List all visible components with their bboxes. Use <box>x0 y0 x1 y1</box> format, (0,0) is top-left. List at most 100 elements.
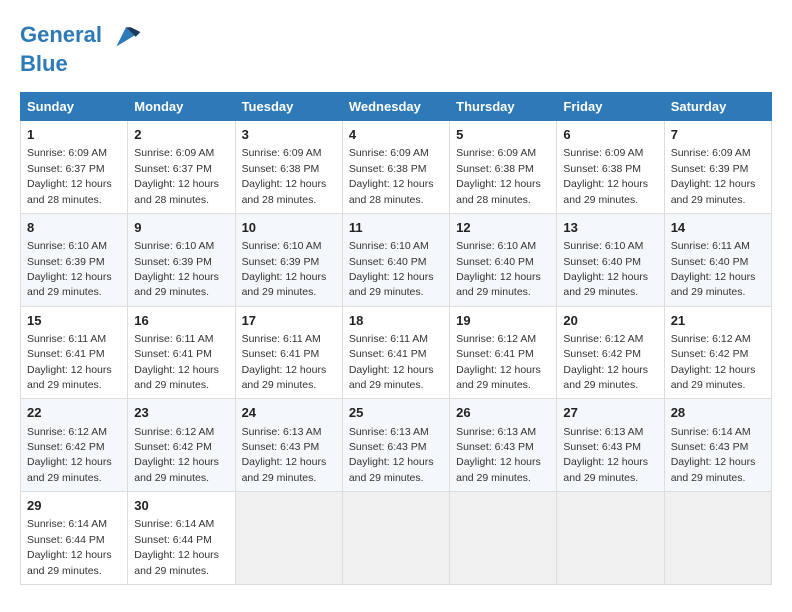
week-row-3: 15 Sunrise: 6:11 AMSunset: 6:41 PMDayligh… <box>21 306 772 399</box>
calendar-cell <box>557 492 664 585</box>
day-number: 13 <box>563 219 657 237</box>
day-number: 5 <box>456 126 550 144</box>
calendar-cell <box>450 492 557 585</box>
day-number: 25 <box>349 404 443 422</box>
calendar-cell: 18 Sunrise: 6:11 AMSunset: 6:41 PMDayligh… <box>342 306 449 399</box>
day-number: 3 <box>242 126 336 144</box>
cell-info: Sunrise: 6:13 AMSunset: 6:43 PMDaylight:… <box>242 426 327 484</box>
header-cell-wednesday: Wednesday <box>342 93 449 121</box>
calendar-cell: 5 Sunrise: 6:09 AMSunset: 6:38 PMDaylight… <box>450 121 557 214</box>
calendar-body: 1 Sunrise: 6:09 AMSunset: 6:37 PMDaylight… <box>21 121 772 585</box>
day-number: 18 <box>349 312 443 330</box>
header-row: SundayMondayTuesdayWednesdayThursdayFrid… <box>21 93 772 121</box>
cell-info: Sunrise: 6:11 AMSunset: 6:41 PMDaylight:… <box>134 333 219 391</box>
cell-info: Sunrise: 6:09 AMSunset: 6:38 PMDaylight:… <box>563 147 648 205</box>
header-cell-saturday: Saturday <box>664 93 771 121</box>
cell-info: Sunrise: 6:09 AMSunset: 6:37 PMDaylight:… <box>134 147 219 205</box>
day-number: 23 <box>134 404 228 422</box>
calendar-cell: 24 Sunrise: 6:13 AMSunset: 6:43 PMDayligh… <box>235 399 342 492</box>
day-number: 14 <box>671 219 765 237</box>
calendar-cell: 8 Sunrise: 6:10 AMSunset: 6:39 PMDaylight… <box>21 213 128 306</box>
day-number: 28 <box>671 404 765 422</box>
cell-info: Sunrise: 6:10 AMSunset: 6:39 PMDaylight:… <box>27 240 112 298</box>
calendar-cell <box>664 492 771 585</box>
header-cell-thursday: Thursday <box>450 93 557 121</box>
calendar-cell: 21Sunrise: 6:12 AMSunset: 6:42 PMDayligh… <box>664 306 771 399</box>
day-number: 17 <box>242 312 336 330</box>
calendar-cell: 20 Sunrise: 6:12 AMSunset: 6:42 PMDayligh… <box>557 306 664 399</box>
cell-info: Sunrise: 6:12 AMSunset: 6:42 PMDaylight:… <box>671 333 756 391</box>
cell-info: Sunrise: 6:12 AMSunset: 6:42 PMDaylight:… <box>563 333 648 391</box>
header-cell-friday: Friday <box>557 93 664 121</box>
day-number: 30 <box>134 497 228 515</box>
cell-info: Sunrise: 6:09 AMSunset: 6:37 PMDaylight:… <box>27 147 112 205</box>
calendar-cell: 2 Sunrise: 6:09 AMSunset: 6:37 PMDaylight… <box>128 121 235 214</box>
logo-blue-text: Blue <box>20 52 142 76</box>
calendar-cell: 23 Sunrise: 6:12 AMSunset: 6:42 PMDayligh… <box>128 399 235 492</box>
calendar-cell: 30 Sunrise: 6:14 AMSunset: 6:44 PMDayligh… <box>128 492 235 585</box>
calendar-cell: 4Sunrise: 6:09 AMSunset: 6:38 PMDaylight… <box>342 121 449 214</box>
calendar-cell: 7 Sunrise: 6:09 AMSunset: 6:39 PMDaylight… <box>664 121 771 214</box>
cell-info: Sunrise: 6:13 AMSunset: 6:43 PMDaylight:… <box>349 426 434 484</box>
day-number: 1 <box>27 126 121 144</box>
calendar-cell: 10 Sunrise: 6:10 AMSunset: 6:39 PMDayligh… <box>235 213 342 306</box>
week-row-5: 29 Sunrise: 6:14 AMSunset: 6:44 PMDayligh… <box>21 492 772 585</box>
calendar-cell: 14 Sunrise: 6:11 AMSunset: 6:40 PMDayligh… <box>664 213 771 306</box>
cell-info: Sunrise: 6:09 AMSunset: 6:39 PMDaylight:… <box>671 147 756 205</box>
day-number: 11 <box>349 219 443 237</box>
calendar-table: SundayMondayTuesdayWednesdayThursdayFrid… <box>20 92 772 585</box>
calendar-cell: 27 Sunrise: 6:13 AMSunset: 6:43 PMDayligh… <box>557 399 664 492</box>
calendar-cell: 26 Sunrise: 6:13 AMSunset: 6:43 PMDayligh… <box>450 399 557 492</box>
calendar-cell: 12 Sunrise: 6:10 AMSunset: 6:40 PMDayligh… <box>450 213 557 306</box>
day-number: 15 <box>27 312 121 330</box>
day-number: 6 <box>563 126 657 144</box>
day-number: 7 <box>671 126 765 144</box>
day-number: 4 <box>349 126 443 144</box>
day-number: 12 <box>456 219 550 237</box>
calendar-cell: 19 Sunrise: 6:12 AMSunset: 6:41 PMDayligh… <box>450 306 557 399</box>
cell-info: Sunrise: 6:10 AMSunset: 6:40 PMDaylight:… <box>456 240 541 298</box>
day-number: 19 <box>456 312 550 330</box>
day-number: 10 <box>242 219 336 237</box>
calendar-cell: 25 Sunrise: 6:13 AMSunset: 6:43 PMDayligh… <box>342 399 449 492</box>
header-cell-monday: Monday <box>128 93 235 121</box>
cell-info: Sunrise: 6:11 AMSunset: 6:41 PMDaylight:… <box>27 333 112 391</box>
cell-info: Sunrise: 6:11 AMSunset: 6:41 PMDaylight:… <box>349 333 434 391</box>
day-number: 2 <box>134 126 228 144</box>
page-header: General Blue <box>20 20 772 76</box>
header-cell-sunday: Sunday <box>21 93 128 121</box>
cell-info: Sunrise: 6:10 AMSunset: 6:39 PMDaylight:… <box>242 240 327 298</box>
calendar-cell: 13 Sunrise: 6:10 AMSunset: 6:40 PMDayligh… <box>557 213 664 306</box>
cell-info: Sunrise: 6:10 AMSunset: 6:40 PMDaylight:… <box>563 240 648 298</box>
cell-info: Sunrise: 6:09 AMSunset: 6:38 PMDaylight:… <box>456 147 541 205</box>
cell-info: Sunrise: 6:12 AMSunset: 6:42 PMDaylight:… <box>27 426 112 484</box>
day-number: 26 <box>456 404 550 422</box>
logo-text: General <box>20 20 142 52</box>
day-number: 22 <box>27 404 121 422</box>
day-number: 9 <box>134 219 228 237</box>
calendar-cell <box>342 492 449 585</box>
logo: General Blue <box>20 20 142 76</box>
cell-info: Sunrise: 6:11 AMSunset: 6:40 PMDaylight:… <box>671 240 756 298</box>
cell-info: Sunrise: 6:12 AMSunset: 6:42 PMDaylight:… <box>134 426 219 484</box>
cell-info: Sunrise: 6:14 AMSunset: 6:44 PMDaylight:… <box>134 518 219 576</box>
calendar-cell: 15 Sunrise: 6:11 AMSunset: 6:41 PMDayligh… <box>21 306 128 399</box>
calendar-cell: 16Sunrise: 6:11 AMSunset: 6:41 PMDayligh… <box>128 306 235 399</box>
header-cell-tuesday: Tuesday <box>235 93 342 121</box>
day-number: 8 <box>27 219 121 237</box>
calendar-cell: 29Sunrise: 6:14 AMSunset: 6:44 PMDayligh… <box>21 492 128 585</box>
day-number: 24 <box>242 404 336 422</box>
cell-info: Sunrise: 6:09 AMSunset: 6:38 PMDaylight:… <box>242 147 327 205</box>
day-number: 20 <box>563 312 657 330</box>
week-row-2: 8 Sunrise: 6:10 AMSunset: 6:39 PMDaylight… <box>21 213 772 306</box>
cell-info: Sunrise: 6:13 AMSunset: 6:43 PMDaylight:… <box>563 426 648 484</box>
cell-info: Sunrise: 6:11 AMSunset: 6:41 PMDaylight:… <box>242 333 327 391</box>
cell-info: Sunrise: 6:12 AMSunset: 6:41 PMDaylight:… <box>456 333 541 391</box>
day-number: 29 <box>27 497 121 515</box>
cell-info: Sunrise: 6:13 AMSunset: 6:43 PMDaylight:… <box>456 426 541 484</box>
cell-info: Sunrise: 6:10 AMSunset: 6:39 PMDaylight:… <box>134 240 219 298</box>
calendar-cell: 28 Sunrise: 6:14 AMSunset: 6:43 PMDayligh… <box>664 399 771 492</box>
cell-info: Sunrise: 6:14 AMSunset: 6:43 PMDaylight:… <box>671 426 756 484</box>
calendar-cell: 3 Sunrise: 6:09 AMSunset: 6:38 PMDaylight… <box>235 121 342 214</box>
day-number: 27 <box>563 404 657 422</box>
